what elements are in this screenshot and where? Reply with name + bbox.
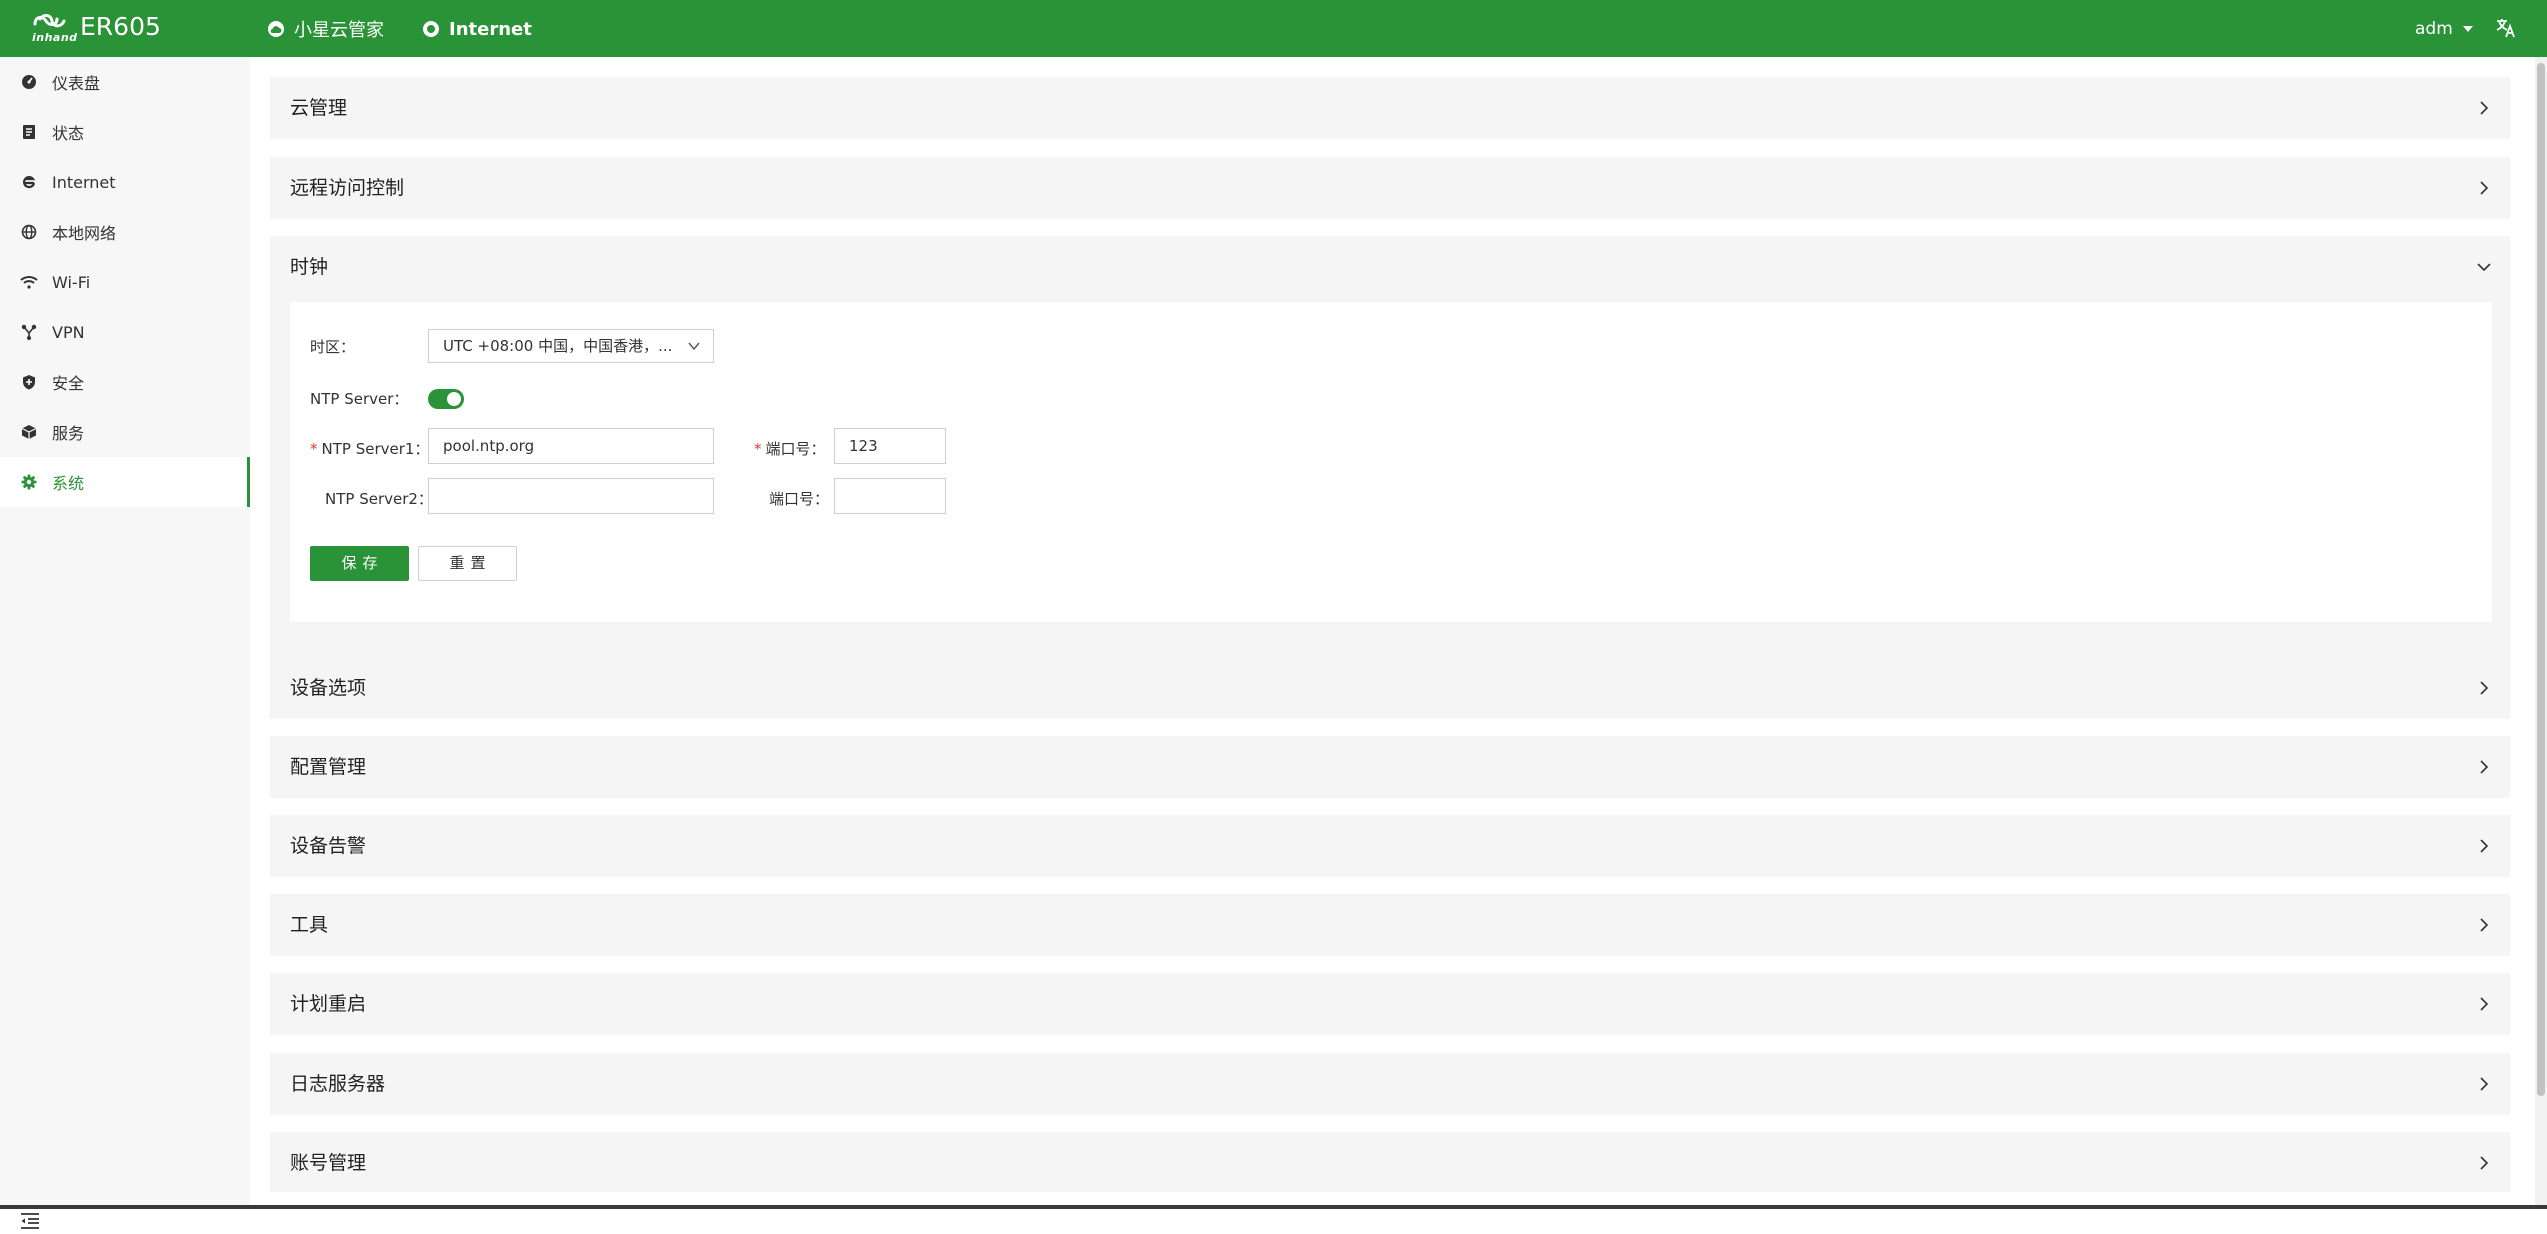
chevron-right-icon <box>2480 839 2489 853</box>
caret-down-icon <box>2462 26 2473 32</box>
sidebar-item-internet[interactable]: Internet <box>0 157 248 207</box>
sidebar-item-label: VPN <box>52 322 85 342</box>
timezone-label: 时区： <box>310 338 356 356</box>
sidebar-item-label: 安全 <box>52 374 85 393</box>
scrollbar-thumb[interactable] <box>2537 63 2545 1096</box>
user-menu[interactable]: adm <box>2415 17 2473 41</box>
sidebar-item-lan[interactable]: 本地网络 <box>0 207 248 257</box>
wifi-icon <box>20 273 38 291</box>
internet-status-icon <box>423 21 439 37</box>
status-icon <box>20 123 38 141</box>
chevron-right-icon <box>2480 1077 2489 1091</box>
sidebar-item-dashboard[interactable]: 仪表盘 <box>0 57 248 107</box>
top-bar: inhand ER605 小星云管家 Internet adm <box>0 0 2547 57</box>
sidebar-item-services[interactable]: 服务 <box>0 407 248 457</box>
panel-title: 账号管理 <box>290 1152 367 1174</box>
panel-title: 远程访问控制 <box>290 177 405 199</box>
port2-input[interactable] <box>834 478 946 514</box>
shield-icon <box>20 373 38 391</box>
panel-device-options[interactable]: 设备选项 <box>270 657 2510 719</box>
chevron-right-icon <box>2480 918 2489 932</box>
panel-title[interactable]: 时钟 <box>290 236 328 298</box>
chevron-right-icon <box>2480 760 2489 774</box>
ntp-server1-label: * NTP Server1： <box>310 440 430 458</box>
clock-form: 时区： UTC +08:00 中国，中国香港，... NTP Server： *… <box>290 302 2492 622</box>
port1-input[interactable]: 123 <box>834 428 946 464</box>
sidebar-item-security[interactable]: 安全 <box>0 357 248 407</box>
translate-icon[interactable] <box>2494 16 2518 40</box>
internet-icon <box>20 173 38 191</box>
sidebar-item-system[interactable]: 系统 <box>0 457 250 507</box>
sidebar-item-label: 仪表盘 <box>52 74 101 93</box>
panel-log-server[interactable]: 日志服务器 <box>270 1053 2510 1115</box>
panel-title: 配置管理 <box>290 756 367 778</box>
sidebar: 仪表盘 状态 Internet 本地网络 Wi-Fi VPN 安全 服务 系统 <box>0 57 250 1229</box>
sidebar-item-wifi[interactable]: Wi-Fi <box>0 257 248 307</box>
ntp-server-label: NTP Server： <box>310 390 409 408</box>
sidebar-item-label: 本地网络 <box>52 224 117 243</box>
panel-scheduled-reboot[interactable]: 计划重启 <box>270 973 2510 1035</box>
panel-title: 工具 <box>290 914 329 936</box>
timezone-select[interactable]: UTC +08:00 中国，中国香港，... <box>428 329 714 363</box>
panel-title: 设备选项 <box>290 677 367 699</box>
menu-collapse-icon[interactable] <box>20 1212 40 1230</box>
sidebar-item-label: 系统 <box>52 474 85 493</box>
sidebar-item-label: 状态 <box>52 124 85 143</box>
port2-label: 端口号： <box>769 490 830 508</box>
panel-title: 日志服务器 <box>290 1073 386 1095</box>
timezone-value: UTC +08:00 中国，中国香港，... <box>443 337 673 355</box>
sidebar-item-label: Internet <box>52 172 116 192</box>
sidebar-item-label: 服务 <box>52 424 85 443</box>
ntp-server2-label: NTP Server2： <box>325 490 433 508</box>
gear-icon <box>20 473 38 491</box>
save-button[interactable]: 保存 <box>310 546 409 581</box>
port1-label: * 端口号： <box>754 440 826 458</box>
ntp-server-toggle[interactable] <box>428 389 464 409</box>
product-name: ER605 <box>80 12 161 41</box>
vertical-scrollbar[interactable] <box>2535 57 2547 1205</box>
chevron-right-icon <box>2480 1156 2489 1170</box>
required-mark: * <box>310 440 318 458</box>
ntp-server1-input[interactable]: pool.ntp.org <box>428 428 714 464</box>
panel-title: 计划重启 <box>290 993 367 1015</box>
chevron-right-icon <box>2480 997 2489 1011</box>
panel-title: 云管理 <box>290 97 348 119</box>
cloud-status-label: 小星云管家 <box>294 20 384 41</box>
username: adm <box>2415 19 2453 39</box>
main-content: 云管理 远程访问控制 时钟 时区： UTC +08:00 中国，中国香港，...… <box>250 57 2535 1205</box>
internet-status-label: Internet <box>449 18 532 40</box>
sidebar-item-vpn[interactable]: VPN <box>0 307 248 357</box>
ntp-server2-input[interactable] <box>428 478 714 514</box>
vpn-icon <box>20 323 38 341</box>
internet-status[interactable]: Internet <box>423 17 532 41</box>
brand-sub: inhand <box>32 31 78 44</box>
panel-title: 设备告警 <box>290 835 367 857</box>
cloud-icon <box>268 21 284 37</box>
globe-icon <box>20 223 38 241</box>
chevron-right-icon <box>2480 681 2489 695</box>
chevron-down-icon[interactable] <box>2476 259 2492 275</box>
panel-cloud-management[interactable]: 云管理 <box>270 77 2510 139</box>
panel-clock: 时钟 时区： UTC +08:00 中国，中国香港，... NTP Server… <box>270 236 2510 718</box>
panel-tools[interactable]: 工具 <box>270 894 2510 956</box>
cube-icon <box>20 423 38 441</box>
panel-device-alarm[interactable]: 设备告警 <box>270 815 2510 877</box>
chevron-down-icon <box>688 342 700 351</box>
sidebar-item-label: Wi-Fi <box>52 272 91 292</box>
sidebar-item-status[interactable]: 状态 <box>0 107 248 157</box>
chevron-right-icon <box>2480 181 2489 195</box>
dashboard-icon <box>20 73 38 91</box>
panel-account-management[interactable]: 账号管理 <box>270 1132 2510 1192</box>
reset-button[interactable]: 重置 <box>418 546 517 581</box>
required-mark: * <box>754 440 762 458</box>
panel-remote-access[interactable]: 远程访问控制 <box>270 157 2510 219</box>
chevron-right-icon <box>2480 101 2489 115</box>
cloud-status[interactable]: 小星云管家 <box>268 17 384 41</box>
panel-config-management[interactable]: 配置管理 <box>270 736 2510 798</box>
window-bottom-edge <box>0 1205 2547 1209</box>
